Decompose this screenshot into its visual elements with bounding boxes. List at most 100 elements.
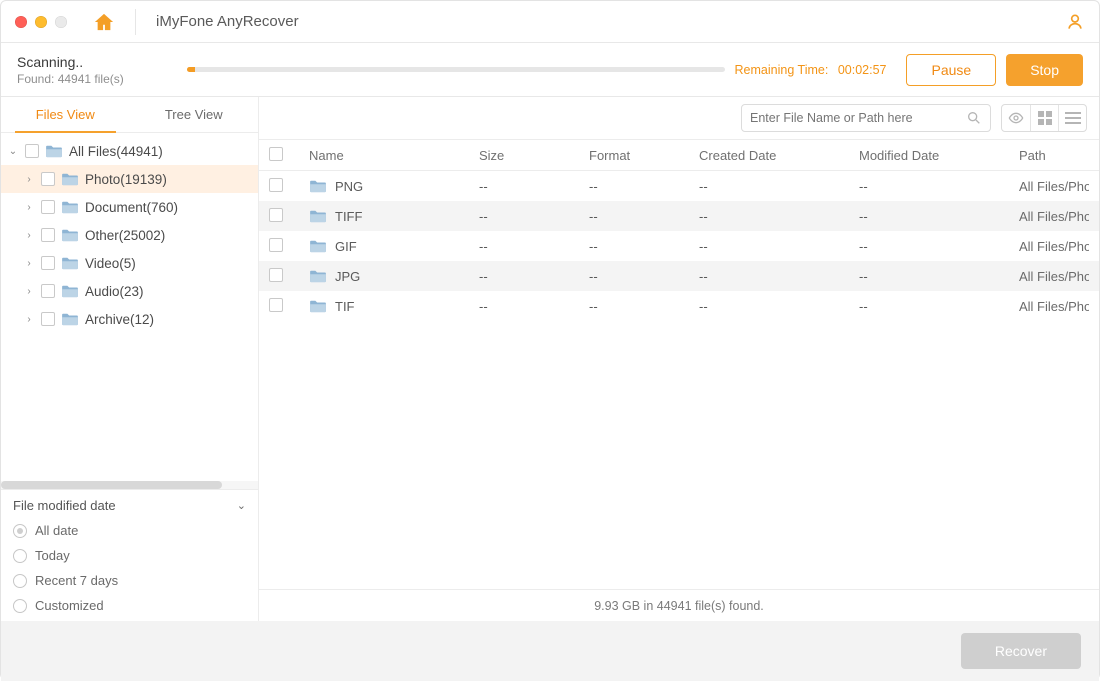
- filter-header[interactable]: File modified date ⌄: [1, 490, 258, 521]
- scan-status: Scanning..: [17, 54, 177, 70]
- progress-bar: [187, 67, 725, 72]
- checkbox[interactable]: [41, 172, 55, 186]
- chevron-right-icon[interactable]: ›: [23, 174, 35, 185]
- close-window-button[interactable]: [15, 16, 27, 28]
- row-path: All Files/Photo/T.: [1019, 209, 1089, 224]
- checkbox[interactable]: [269, 208, 283, 222]
- list-view-button[interactable]: [1058, 105, 1086, 131]
- tree-item-document[interactable]: › Document(760): [1, 193, 258, 221]
- table-row[interactable]: TIFF -- -- -- -- All Files/Photo/T.: [259, 201, 1099, 231]
- minimize-window-button[interactable]: [35, 16, 47, 28]
- col-format[interactable]: Format: [589, 148, 699, 163]
- row-modified: --: [859, 179, 1019, 194]
- sidebar-scrollbar[interactable]: [1, 481, 258, 489]
- checkbox[interactable]: [269, 268, 283, 282]
- chevron-right-icon[interactable]: ›: [23, 258, 35, 269]
- search-icon[interactable]: [966, 110, 982, 126]
- col-name[interactable]: Name: [309, 148, 479, 163]
- checkbox[interactable]: [269, 238, 283, 252]
- folder-icon: [309, 209, 327, 223]
- col-path[interactable]: Path: [1019, 148, 1089, 163]
- footer: Recover: [1, 621, 1099, 681]
- row-name: TIF: [335, 299, 355, 314]
- checkbox[interactable]: [41, 312, 55, 326]
- row-format: --: [589, 209, 699, 224]
- row-name: TIFF: [335, 209, 362, 224]
- home-icon[interactable]: [93, 12, 115, 32]
- preview-toggle[interactable]: [1002, 105, 1030, 131]
- checkbox[interactable]: [41, 284, 55, 298]
- row-created: --: [699, 179, 859, 194]
- row-created: --: [699, 209, 859, 224]
- folder-icon: [309, 269, 327, 283]
- checkbox[interactable]: [269, 178, 283, 192]
- row-name: PNG: [335, 179, 363, 194]
- checkbox[interactable]: [41, 256, 55, 270]
- tree-item-label: Audio(23): [85, 284, 144, 299]
- col-created[interactable]: Created Date: [699, 148, 859, 163]
- tree-item-other[interactable]: › Other(25002): [1, 221, 258, 249]
- filter-title: File modified date: [13, 498, 116, 513]
- tree-item-video[interactable]: › Video(5): [1, 249, 258, 277]
- tree-root[interactable]: ⌄ All Files(44941): [1, 137, 258, 165]
- table-row[interactable]: TIF -- -- -- -- All Files/Photo/TI: [259, 291, 1099, 321]
- table-row[interactable]: GIF -- -- -- -- All Files/Photo/G: [259, 231, 1099, 261]
- checkbox[interactable]: [41, 200, 55, 214]
- chevron-down-icon: ⌄: [237, 499, 246, 512]
- checkbox[interactable]: [25, 144, 39, 158]
- radio-label: All date: [35, 523, 78, 538]
- col-size[interactable]: Size: [479, 148, 589, 163]
- checkbox[interactable]: [41, 228, 55, 242]
- folder-icon: [61, 256, 79, 270]
- chevron-right-icon[interactable]: ›: [23, 230, 35, 241]
- content-toolbar: [259, 97, 1099, 139]
- radio-recent-7[interactable]: Recent 7 days: [13, 573, 246, 588]
- checkbox[interactable]: [269, 298, 283, 312]
- user-icon[interactable]: [1065, 12, 1085, 32]
- chevron-down-icon[interactable]: ⌄: [7, 146, 19, 157]
- col-modified[interactable]: Modified Date: [859, 148, 1019, 163]
- tree-item-photo[interactable]: › Photo(19139): [1, 165, 258, 193]
- tree-item-label: Photo(19139): [85, 172, 167, 187]
- app-title: iMyFone AnyRecover: [156, 13, 299, 30]
- view-toggle: [1001, 104, 1087, 132]
- table-row[interactable]: PNG -- -- -- -- All Files/Photo/P.: [259, 171, 1099, 201]
- main: Files View Tree View ⌄ All Files(44941) …: [1, 97, 1099, 621]
- table-header: Name Size Format Created Date Modified D…: [259, 139, 1099, 171]
- folder-icon: [61, 312, 79, 326]
- folder-icon: [61, 172, 79, 186]
- radio-all-date[interactable]: All date: [13, 523, 246, 538]
- search-input[interactable]: [750, 111, 966, 125]
- tab-files-view[interactable]: Files View: [1, 97, 130, 132]
- tree-item-archive[interactable]: › Archive(12): [1, 305, 258, 333]
- grid-view-button[interactable]: [1030, 105, 1058, 131]
- row-created: --: [699, 299, 859, 314]
- tree-item-label: Document(760): [85, 200, 178, 215]
- sidebar: Files View Tree View ⌄ All Files(44941) …: [1, 97, 259, 621]
- row-size: --: [479, 269, 589, 284]
- folder-icon: [309, 179, 327, 193]
- table-row[interactable]: JPG -- -- -- -- All Files/Photo/J.: [259, 261, 1099, 291]
- chevron-right-icon[interactable]: ›: [23, 202, 35, 213]
- radio-today[interactable]: Today: [13, 548, 246, 563]
- scan-bar: Scanning.. Found: 44941 file(s) Remainin…: [1, 43, 1099, 97]
- remaining-time: Remaining Time: 00:02:57: [735, 63, 887, 77]
- search-box[interactable]: [741, 104, 991, 132]
- stop-button[interactable]: Stop: [1006, 54, 1083, 86]
- checkbox-all[interactable]: [269, 147, 283, 161]
- folder-icon: [61, 200, 79, 214]
- recover-button[interactable]: Recover: [961, 633, 1081, 669]
- radio-dot: [13, 574, 27, 588]
- tree-item-audio[interactable]: › Audio(23): [1, 277, 258, 305]
- radio-customized[interactable]: Customized: [13, 598, 246, 613]
- pause-button[interactable]: Pause: [906, 54, 996, 86]
- tab-tree-view[interactable]: Tree View: [130, 97, 259, 132]
- row-modified: --: [859, 269, 1019, 284]
- chevron-right-icon[interactable]: ›: [23, 314, 35, 325]
- chevron-right-icon[interactable]: ›: [23, 286, 35, 297]
- folder-icon: [61, 284, 79, 298]
- maximize-window-button[interactable]: [55, 16, 67, 28]
- divider: [135, 9, 136, 35]
- row-size: --: [479, 179, 589, 194]
- folder-icon: [309, 239, 327, 253]
